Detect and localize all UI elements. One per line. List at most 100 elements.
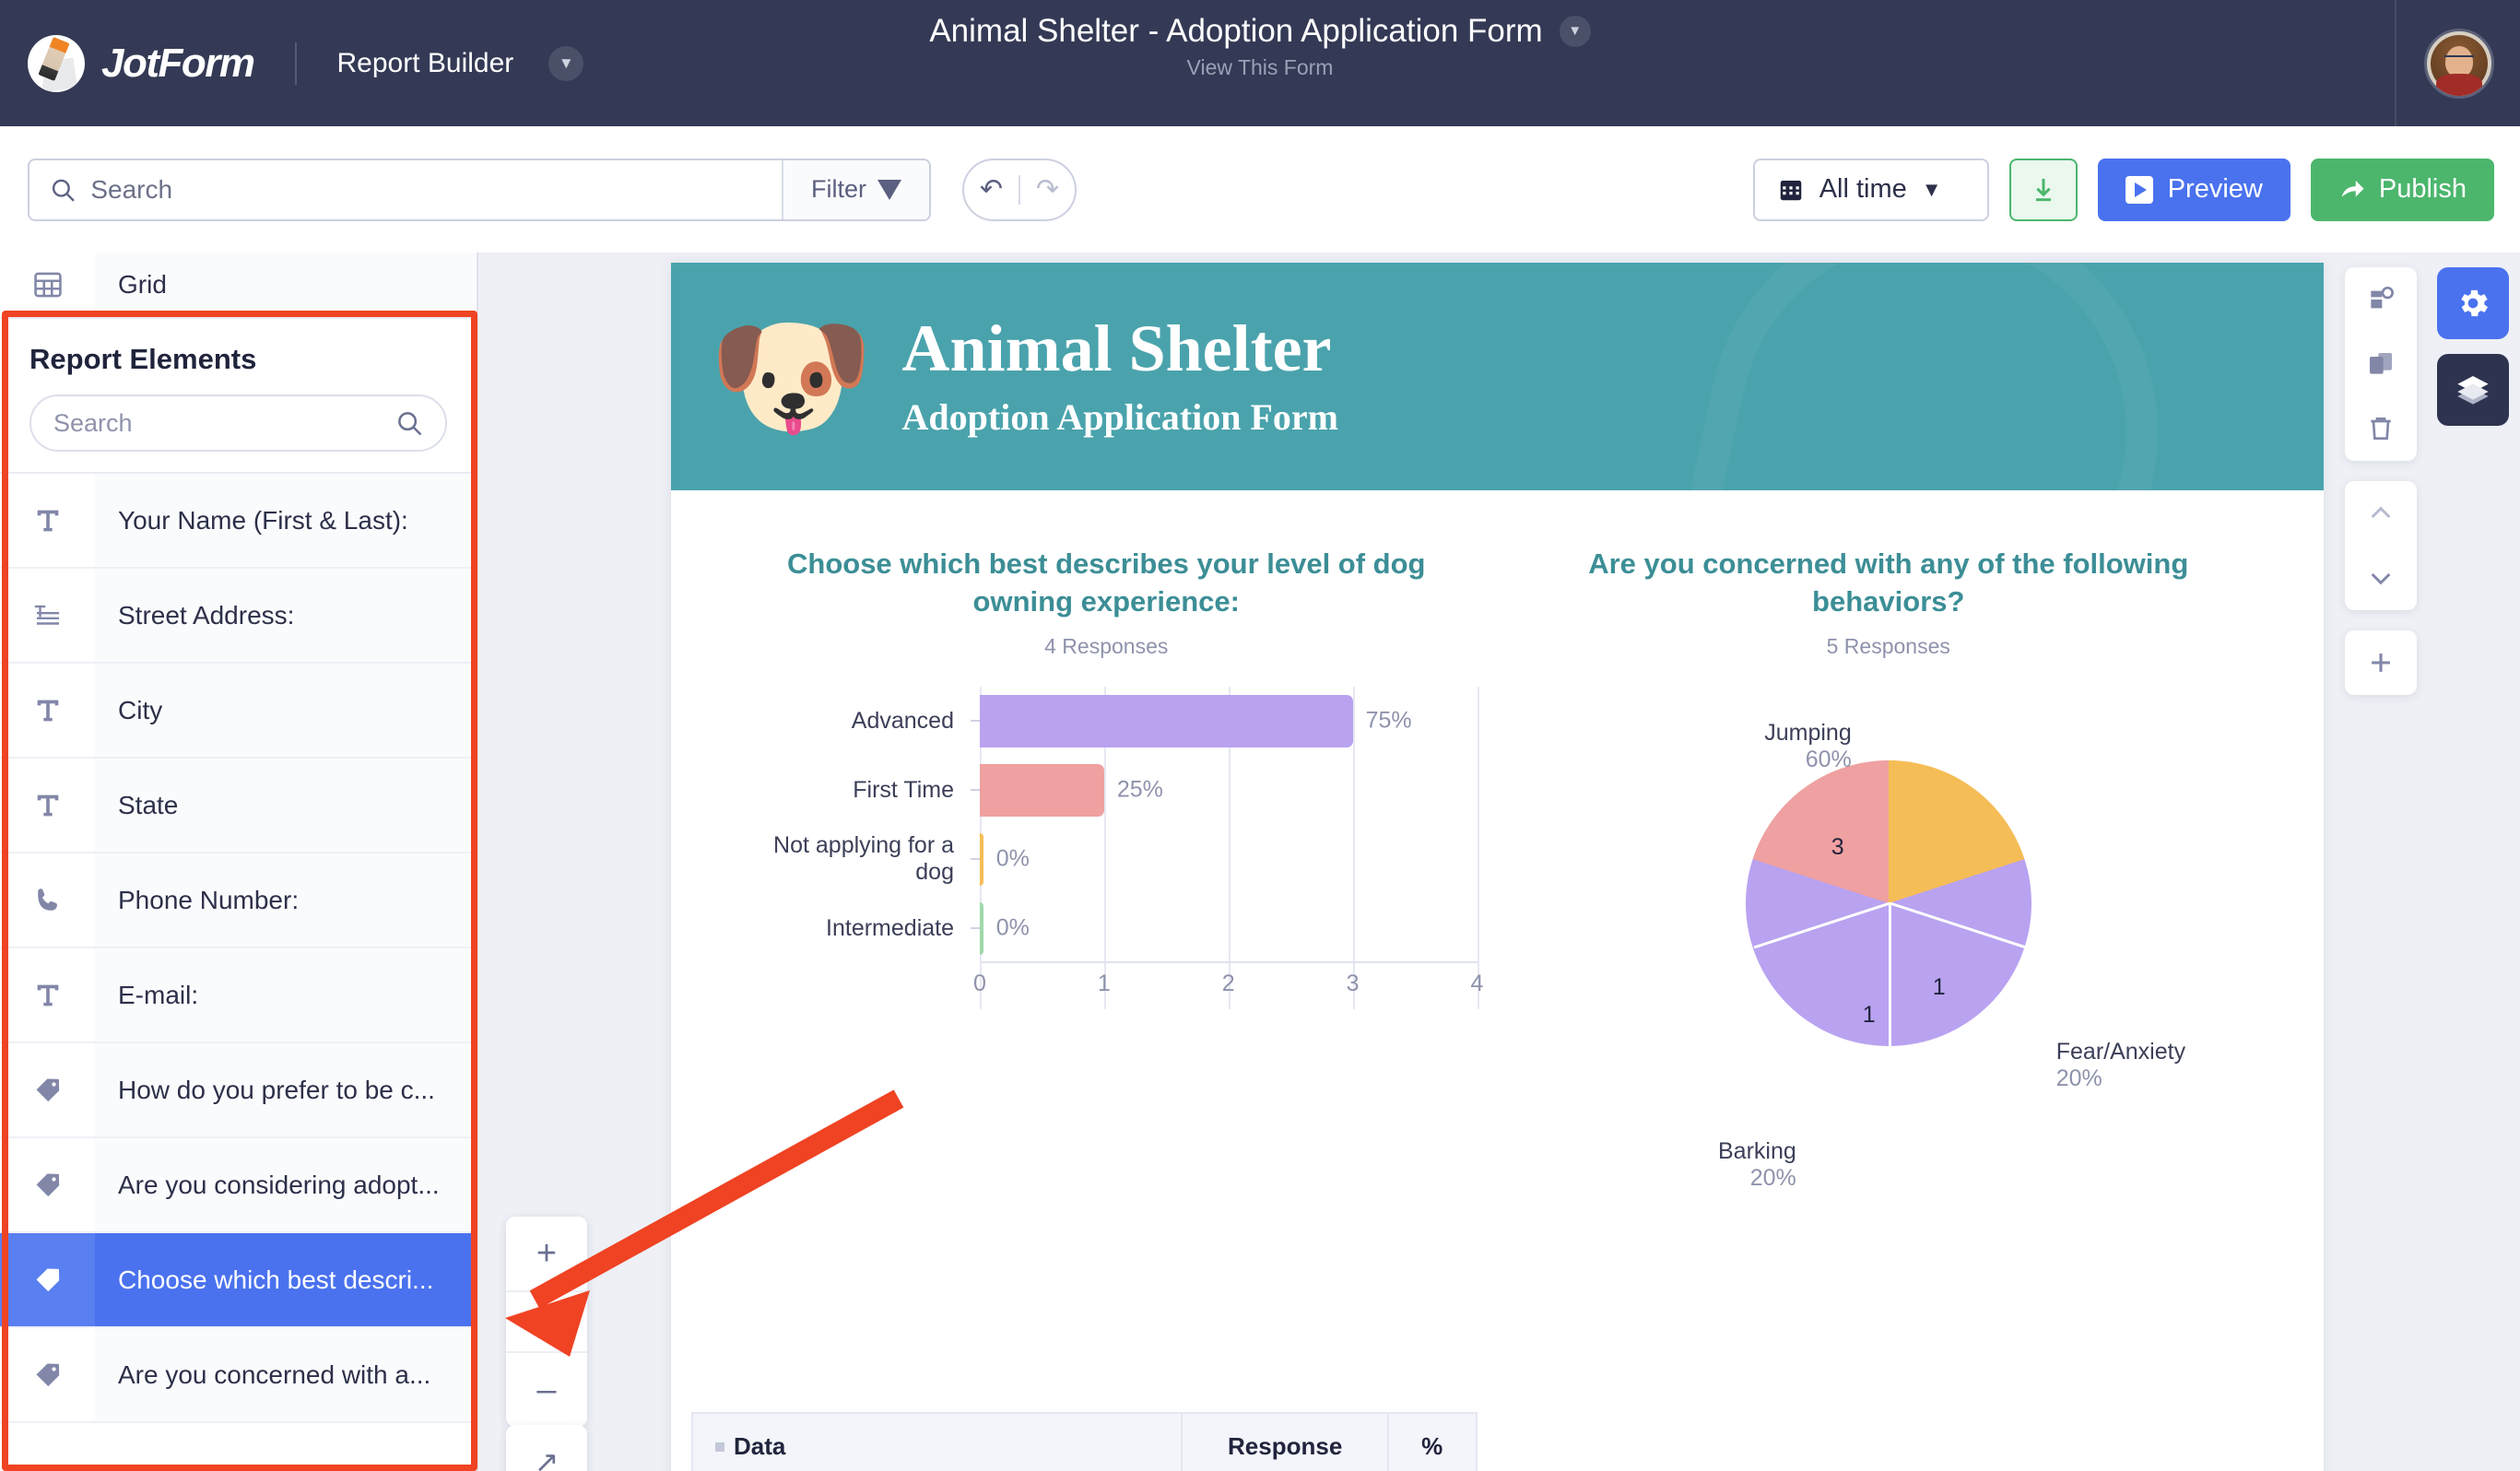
trash-icon[interactable] — [2345, 396, 2417, 461]
tag-icon — [0, 1328, 95, 1421]
bar-chart-row: Intermediate 0% — [736, 894, 1478, 963]
sidebar-tab-grid-label: Grid — [118, 270, 167, 299]
undo-redo-group: ↶ ↷ — [962, 158, 1077, 221]
publish-button[interactable]: Publish — [2310, 158, 2494, 221]
brand-area[interactable]: JotForm Report Builder ▼ — [0, 34, 584, 92]
account-area — [2395, 0, 2520, 126]
download-icon — [2035, 178, 2051, 201]
sidebar-item-7[interactable]: Are you considering adopt... — [0, 1138, 477, 1233]
bar-tick — [971, 858, 980, 861]
canvas-side-buttons — [2437, 267, 2509, 441]
element-actions-group — [2345, 267, 2417, 461]
search-icon — [398, 412, 422, 436]
bar — [980, 832, 983, 886]
text-icon — [0, 474, 95, 567]
zoom-out-button[interactable]: – — [506, 1353, 587, 1427]
text-icon — [0, 948, 95, 1041]
report-builder-label: Report Builder — [336, 47, 514, 78]
dog-icon: 🐶 — [708, 301, 875, 451]
duplicate-icon[interactable] — [2345, 332, 2417, 396]
sidebar-item-1[interactable]: Street Address: — [0, 569, 477, 664]
chevron-up-icon[interactable] — [2345, 481, 2417, 546]
sidebar-item-9[interactable]: Are you concerned with a... — [0, 1328, 477, 1423]
sidebar-item-5[interactable]: E-mail: — [0, 948, 477, 1043]
bar-x-tick-label: 0 — [973, 970, 986, 996]
undo-icon[interactable]: ↶ — [964, 173, 1019, 206]
add-element-group — [2345, 630, 2417, 695]
expand-icon[interactable]: ↗ — [506, 1425, 587, 1471]
redo-icon[interactable]: ↷ — [1020, 173, 1075, 206]
title-chevron-down-icon[interactable]: ▼ — [1559, 16, 1591, 47]
element-move-group — [2345, 481, 2417, 610]
search-input[interactable] — [90, 174, 782, 205]
zoom-in-button[interactable]: + — [506, 1217, 587, 1290]
tag-icon — [0, 1138, 95, 1231]
pie-chart-title: Are you concerned with any of the follow… — [1588, 547, 2189, 618]
download-button[interactable] — [2008, 158, 2078, 221]
report-elements-sidebar: Grid Report Elements Your Name (First & … — [0, 253, 478, 1471]
sidebar-item-label: City — [118, 695, 163, 724]
table-header-row: Data Response% — [690, 1412, 1478, 1471]
calendar-icon — [1777, 176, 1805, 204]
settings-button[interactable] — [2437, 267, 2509, 339]
bar-chart-rows: Advanced 75% First Time 25% Not applying for… — [736, 687, 1478, 963]
page-settings-icon[interactable] — [2345, 267, 2417, 332]
report-canvas: + 80% – ↗ 🐶 Animal Shelter Adoption Appl… — [478, 253, 2520, 1471]
bar-category-label: Not applying for a dog — [773, 832, 954, 886]
table-column-header: Data — [690, 1412, 1183, 1471]
sidebar-tab-grid[interactable]: Grid — [0, 253, 477, 319]
date-range-selector[interactable]: All time ▼ — [1752, 158, 1989, 221]
tag-icon — [0, 1233, 95, 1326]
preview-button[interactable]: Preview — [2097, 158, 2290, 221]
layers-button[interactable] — [2437, 354, 2509, 426]
sidebar-item-0[interactable]: Your Name (First & Last): — [0, 474, 477, 569]
sidebar-item-4[interactable]: Phone Number: — [0, 853, 477, 948]
toolbar-right-actions: All time ▼ Preview Publish — [1752, 126, 2494, 253]
avatar[interactable] — [2424, 28, 2494, 99]
bar-chart-x-ticks: 0 1 2 3 4 — [973, 971, 1483, 1002]
chevron-down-icon[interactable]: ▼ — [548, 45, 584, 81]
sidebar-item-label: Choose which best descri... — [118, 1265, 434, 1294]
bar-category-label: Intermediate — [826, 914, 954, 941]
nav-divider — [294, 41, 297, 85]
preview-label: Preview — [2167, 174, 2263, 204]
bar-gridline — [1477, 686, 1479, 1009]
form-preview-page: 🐶 Animal Shelter Adoption Application Fo… — [671, 263, 2324, 1471]
sidebar-item-label: Your Name (First & Last): — [118, 505, 408, 535]
builder-toolbar: Filter ↶ ↷ — [0, 126, 2520, 253]
bar-track: 0% — [980, 825, 1478, 894]
bar-track: 75% — [980, 687, 1478, 756]
bar — [980, 763, 1104, 817]
filter-icon — [877, 179, 901, 200]
grid-icon — [0, 253, 95, 317]
form-hero-subtitle: Adoption Application Form — [901, 395, 1338, 438]
pie-chart-plot: 3 1 1 Jumping 60% Barking 20% Fear/Anxie… — [1518, 698, 2260, 1214]
sidebar-item-8[interactable]: Choose which best descri... — [0, 1233, 477, 1328]
pie-chart-widget[interactable]: Are you concerned with any of the follow… — [1498, 546, 2280, 1375]
sidebar-item-3[interactable]: State — [0, 759, 477, 853]
elements-search-container[interactable] — [29, 394, 447, 452]
plus-icon[interactable] — [2345, 630, 2417, 695]
report-builder-app: JotForm Report Builder ▼ Animal Shelter … — [0, 0, 2520, 1471]
bar — [980, 901, 983, 955]
table-column-header: % — [1386, 1412, 1478, 1471]
report-elements-title: Report Elements — [29, 343, 257, 375]
sidebar-item-label: Are you considering adopt... — [118, 1170, 440, 1199]
bar-tick — [971, 789, 980, 792]
search-field[interactable] — [29, 160, 782, 219]
bar-chart-plot: Advanced 75% First Time 25% Not applying for… — [736, 686, 1483, 1009]
pie-chart-responses: 5 Responses — [1826, 633, 1950, 658]
form-hero-title: Animal Shelter — [901, 312, 1332, 386]
bar-x-tick-label: 4 — [1470, 970, 1484, 996]
sidebar-item-2[interactable]: City — [0, 664, 477, 759]
chevron-down-icon[interactable] — [2345, 546, 2417, 610]
elements-search-input[interactable] — [53, 408, 395, 438]
pie-leader-lines — [1518, 698, 2260, 1214]
search-icon — [52, 179, 75, 202]
jotform-logo-icon — [28, 34, 85, 92]
bar-track: 0% — [980, 894, 1478, 963]
bar-chart-widget[interactable]: Choose which best describes your level o… — [715, 546, 1498, 1375]
top-navigation-bar: JotForm Report Builder ▼ Animal Shelter … — [0, 0, 2520, 126]
sidebar-item-6[interactable]: How do you prefer to be c... — [0, 1043, 477, 1138]
filter-button[interactable]: Filter — [782, 159, 929, 219]
